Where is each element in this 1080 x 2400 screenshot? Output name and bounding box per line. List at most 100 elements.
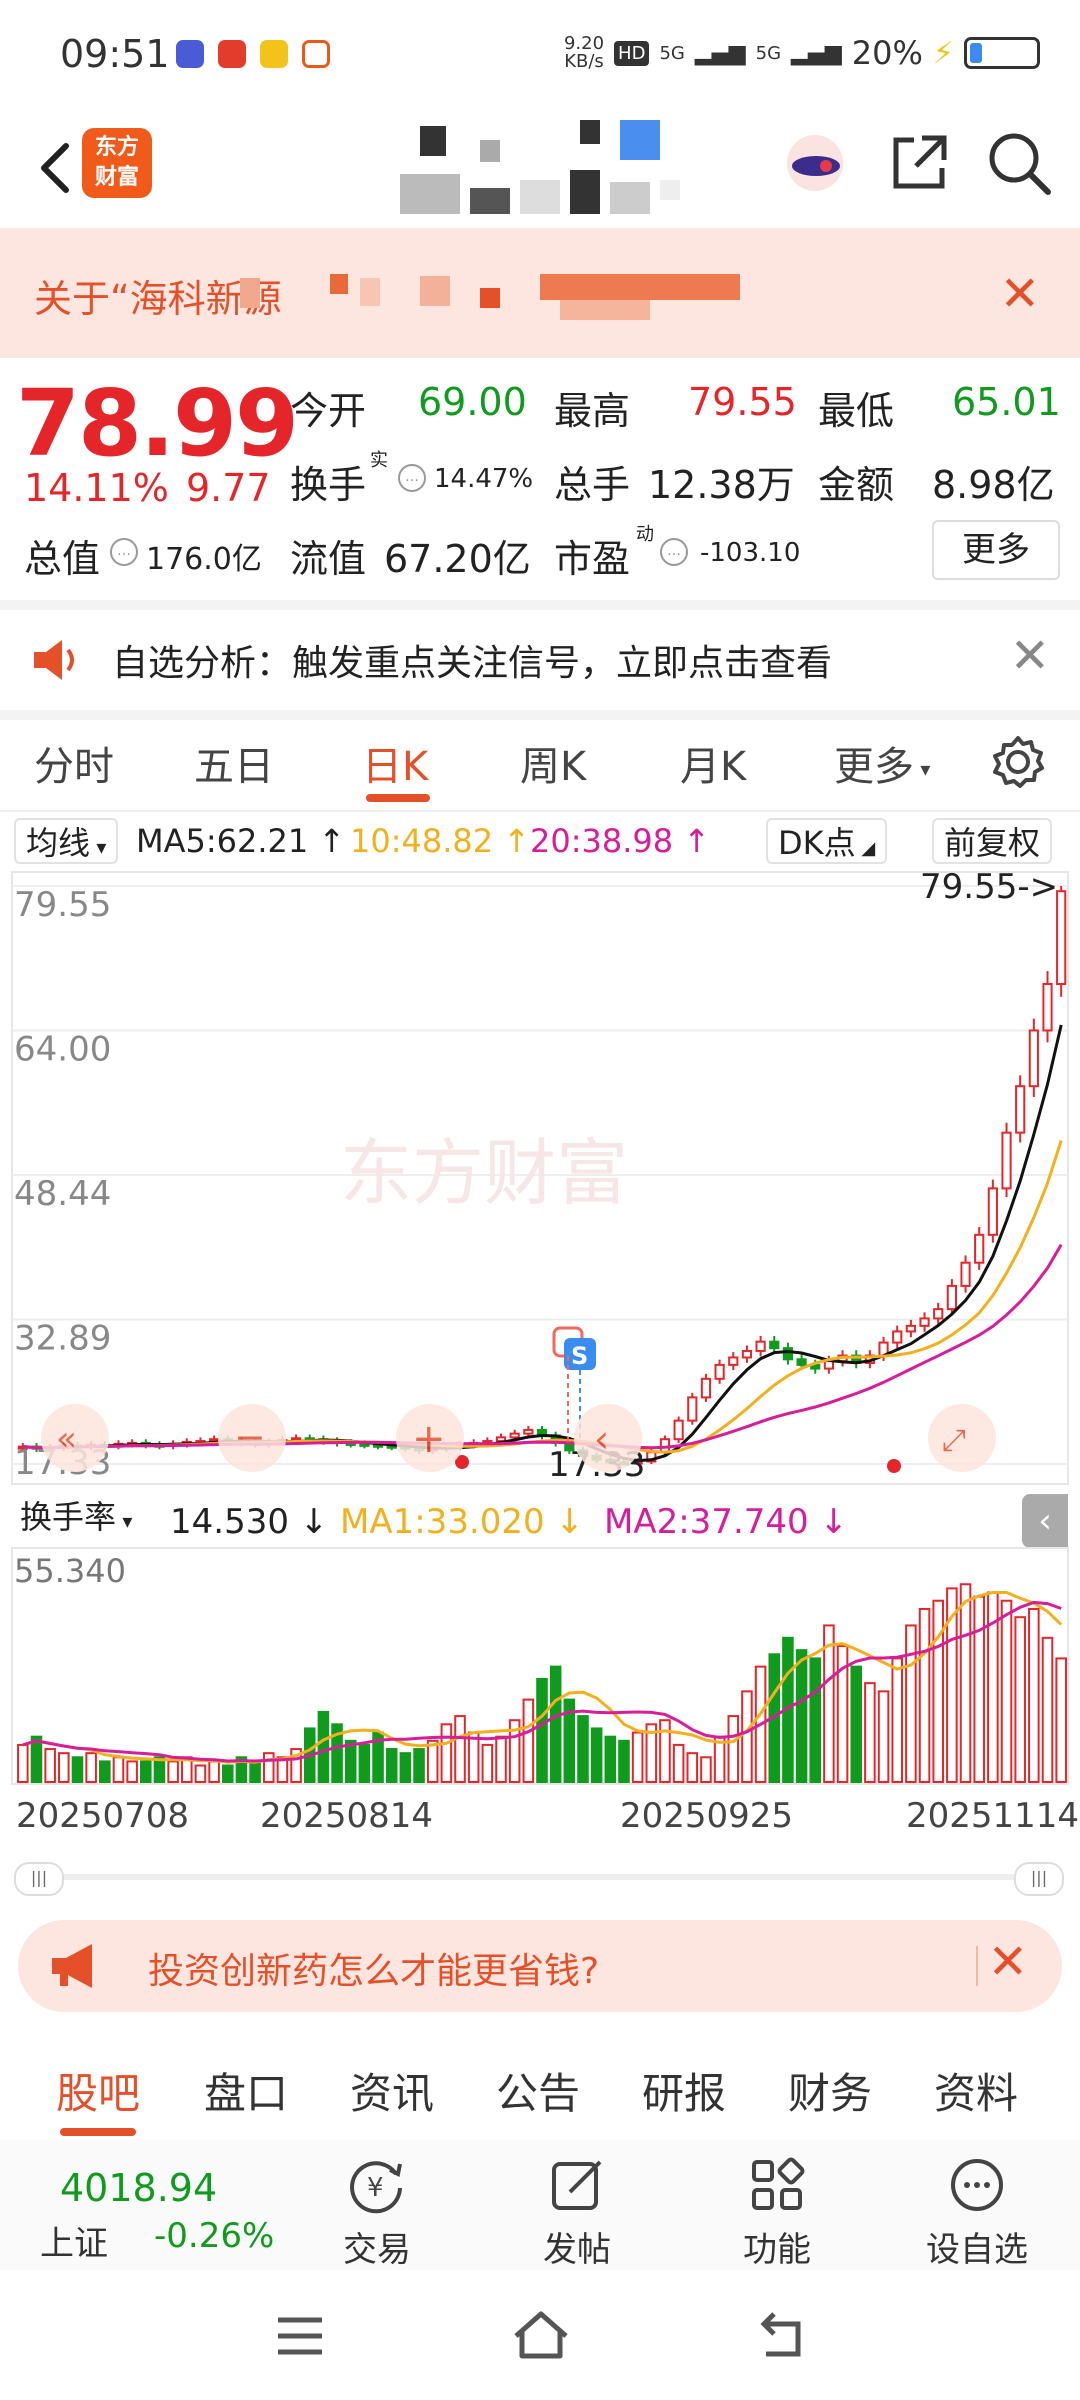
active-tab-indicator bbox=[366, 794, 430, 802]
info-icon[interactable]: … bbox=[660, 538, 688, 566]
candle bbox=[987, 1187, 998, 1236]
ma5-line bbox=[22, 1024, 1063, 1463]
add-watchlist-button[interactable]: 设自选 bbox=[912, 2154, 1042, 2271]
tab-order-book[interactable]: 盘口 bbox=[204, 2060, 288, 2121]
change-percent: 14.11% bbox=[24, 466, 169, 510]
volume-label: 总手 bbox=[554, 463, 631, 507]
turnover-bar bbox=[631, 1731, 644, 1784]
turnover-selector[interactable]: 换手率 ▾ bbox=[10, 1494, 142, 1540]
candle bbox=[905, 1324, 916, 1333]
info-icon[interactable]: … bbox=[398, 464, 426, 492]
post-button[interactable]: 发帖 bbox=[512, 2154, 642, 2271]
candlestick-chart[interactable]: 东方财富 79.5564.0048.4432.8917.33 79.55-> 1… bbox=[0, 867, 1080, 1488]
tab-forum[interactable]: 股吧 bbox=[56, 2060, 140, 2121]
turnover-bar bbox=[167, 1760, 179, 1783]
functions-button[interactable]: 功能 bbox=[712, 2154, 842, 2271]
promo-banner[interactable]: 投资创新药怎么才能更省钱? ✕ bbox=[18, 1920, 1062, 2012]
notice-close-button[interactable]: ✕ bbox=[1010, 628, 1050, 684]
adjust-toggle[interactable]: 前复权 bbox=[932, 818, 1053, 864]
ad-badge-icon[interactable] bbox=[780, 128, 850, 198]
trade-button[interactable]: ¥ 交易 bbox=[312, 2154, 442, 2271]
more-quote-button[interactable]: 更多 bbox=[932, 520, 1060, 580]
tab-monthly-k[interactable]: 月K bbox=[680, 734, 746, 792]
tab-news[interactable]: 资讯 bbox=[350, 2060, 434, 2121]
candle bbox=[1015, 1085, 1026, 1134]
ma-selector[interactable]: 均线 ▾ bbox=[14, 818, 119, 864]
share-icon[interactable] bbox=[884, 128, 954, 198]
turnover-bar bbox=[959, 1583, 972, 1783]
range-handle-right[interactable]: ||| bbox=[1014, 1862, 1064, 1896]
candle bbox=[933, 1308, 944, 1320]
svg-text:‹: ‹ bbox=[594, 1417, 609, 1461]
announcement-banner[interactable]: 关于“海科新源 ✕ bbox=[0, 228, 1080, 358]
turnover-bar bbox=[918, 1607, 931, 1784]
float-value: 67.20亿 bbox=[384, 537, 531, 581]
turnover-bar bbox=[864, 1682, 876, 1783]
turnover-bar bbox=[522, 1698, 535, 1784]
turnover-bar bbox=[1041, 1636, 1054, 1783]
candle bbox=[823, 1360, 835, 1370]
price-chart[interactable]: 东方财富 79.5564.0048.4432.8917.33 79.55-> 1… bbox=[0, 867, 1080, 1488]
turnover-bar bbox=[467, 1731, 480, 1784]
tab-more[interactable]: 更多 ▾ bbox=[834, 734, 930, 792]
candle bbox=[523, 1428, 534, 1435]
turnover-bar bbox=[891, 1657, 904, 1783]
tab-five-day[interactable]: 五日 bbox=[194, 734, 274, 792]
search-icon[interactable] bbox=[984, 128, 1054, 198]
gear-icon[interactable] bbox=[990, 734, 1046, 790]
y-axis-tick-label: 48.44 bbox=[14, 1174, 111, 1214]
y-axis-labels: 79.5564.0048.4432.8917.33 bbox=[14, 885, 111, 1483]
candle bbox=[509, 1432, 520, 1439]
turnover-bar bbox=[262, 1752, 275, 1783]
banner-close-button[interactable]: ✕ bbox=[1000, 266, 1040, 322]
active-tab-indicator bbox=[60, 2128, 136, 2136]
y-axis-tick-label: 32.89 bbox=[14, 1318, 111, 1358]
analysis-notice[interactable]: 自选分析：触发重点关注信号，立即点击查看 ✕ bbox=[0, 600, 1080, 720]
tab-weekly-k[interactable]: 周K bbox=[520, 734, 586, 792]
candle bbox=[1042, 983, 1053, 1032]
turnover-bar bbox=[99, 1760, 111, 1783]
turnover-bar bbox=[85, 1752, 97, 1783]
turnover-bar bbox=[221, 1764, 234, 1784]
y-axis-tick-label: 64.00 bbox=[14, 1029, 111, 1069]
turnover-chart[interactable]: 55.340 bbox=[0, 1546, 1080, 1786]
turnover-bar bbox=[481, 1743, 494, 1784]
tab-financials[interactable]: 财务 bbox=[788, 2060, 872, 2121]
dk-point-toggle[interactable]: DK点 ◢ bbox=[766, 818, 888, 864]
info-icon[interactable]: … bbox=[110, 538, 138, 566]
turnover-bar bbox=[741, 1690, 753, 1783]
date-label: 20250708 bbox=[16, 1796, 190, 1836]
turnover-bar bbox=[426, 1739, 439, 1783]
tab-daily-k[interactable]: 日K bbox=[362, 734, 428, 792]
tab-research[interactable]: 研报 bbox=[642, 2060, 726, 2121]
turnover-bar bbox=[686, 1752, 699, 1783]
candle bbox=[700, 1377, 712, 1399]
turnover-bar bbox=[590, 1727, 603, 1783]
candle bbox=[741, 1349, 753, 1359]
turnover-bar bbox=[112, 1756, 125, 1784]
tab-profile[interactable]: 资料 bbox=[934, 2060, 1018, 2121]
ma-indicator-bar: 均线 ▾ MA5:62.21 ↑ 10:48.82 ↑ 20:38.98 ↑ D… bbox=[0, 812, 1080, 868]
candle bbox=[974, 1233, 985, 1264]
date-label: 20250925 bbox=[620, 1796, 794, 1836]
promo-text: 投资创新药怎么才能更省钱? bbox=[148, 1951, 600, 1992]
back-icon[interactable] bbox=[754, 2310, 810, 2360]
collapse-panel-button[interactable]: ‹ bbox=[1022, 1494, 1068, 1548]
menu-icon[interactable] bbox=[274, 2314, 326, 2358]
turnover-bar bbox=[30, 1735, 43, 1783]
edit-icon bbox=[552, 2160, 602, 2210]
pe-sup: 动 bbox=[636, 524, 654, 545]
tab-intraday[interactable]: 分时 bbox=[34, 734, 114, 792]
tab-announcements[interactable]: 公告 bbox=[496, 2060, 580, 2121]
turnover-bar bbox=[358, 1743, 371, 1784]
turnover-bar bbox=[385, 1748, 398, 1783]
range-handle-left[interactable]: ||| bbox=[14, 1862, 64, 1896]
home-icon[interactable] bbox=[510, 2308, 572, 2362]
mktcap-label: 总值 bbox=[24, 537, 101, 581]
promo-close-button[interactable]: ✕ bbox=[988, 1934, 1028, 1990]
turnover-bar bbox=[317, 1710, 330, 1784]
back-arrow-icon[interactable] bbox=[28, 138, 88, 198]
chart-range-scroller[interactable]: ||| ||| bbox=[14, 1862, 1064, 1896]
turnover-bar-chart[interactable]: 55.340 bbox=[0, 1546, 1080, 1786]
content-tabs: 股吧 盘口 资讯 公告 研报 财务 资料 bbox=[0, 2030, 1080, 2142]
